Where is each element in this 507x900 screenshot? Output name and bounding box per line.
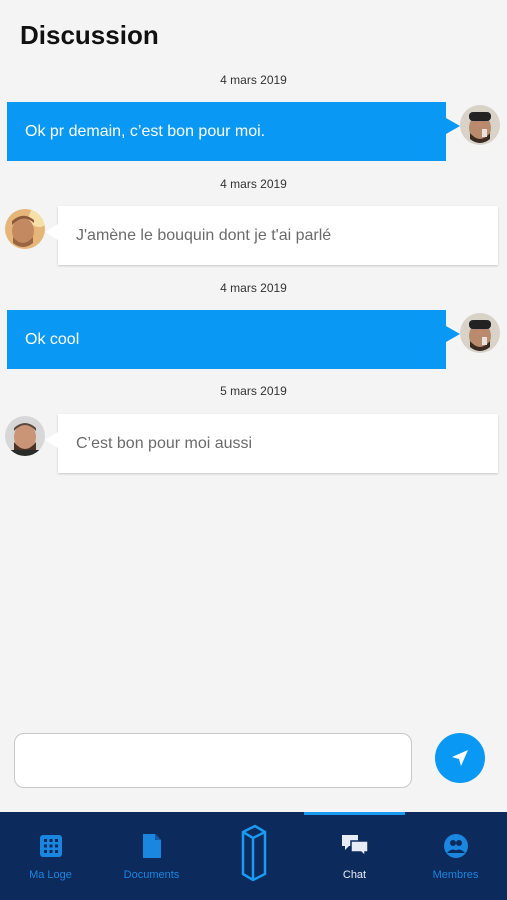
tab-chat[interactable]: Chat xyxy=(304,812,405,900)
bubble-tail xyxy=(446,118,460,134)
date-separator: 4 mars 2019 xyxy=(220,281,287,295)
page-title: Discussion xyxy=(20,20,159,50)
bubble-tail xyxy=(45,432,58,448)
tab-bar: Ma Loge Documents Chat Membres xyxy=(0,812,507,900)
tab-ma-loge[interactable]: Ma Loge xyxy=(0,812,101,900)
document-icon xyxy=(142,834,161,858)
tab-label: Chat xyxy=(342,869,367,881)
bubble-tail xyxy=(446,326,460,342)
tab-label: Ma Loge xyxy=(29,869,72,881)
avatar[interactable] xyxy=(460,313,500,353)
tab-home-logo[interactable] xyxy=(202,812,303,900)
send-button[interactable] xyxy=(435,733,485,783)
message-incoming[interactable]: C’est bon pour moi aussi xyxy=(45,414,498,473)
avatar[interactable] xyxy=(460,105,500,145)
members-icon xyxy=(443,834,468,858)
send-icon xyxy=(452,750,468,766)
date-separator: 5 mars 2019 xyxy=(220,384,287,398)
message-incoming[interactable]: J'amène le bouquin dont je t'ai parlé xyxy=(45,206,498,265)
message-text: Ok pr demain, c’est bon pour moi. xyxy=(25,122,266,140)
logo-icon xyxy=(241,824,266,882)
message-text: C’est bon pour moi aussi xyxy=(76,434,253,452)
tab-label: Documents xyxy=(123,869,180,881)
message-outgoing[interactable]: Ok pr demain, c’est bon pour moi. xyxy=(7,102,460,161)
message-text: Ok cool xyxy=(25,330,80,348)
tab-membres[interactable]: Membres xyxy=(405,812,506,900)
avatar[interactable] xyxy=(5,416,45,456)
tab-documents[interactable]: Documents xyxy=(101,812,202,900)
message-outgoing[interactable]: Ok cool xyxy=(7,310,460,369)
message-input[interactable] xyxy=(14,733,412,788)
grid-icon xyxy=(39,835,62,857)
avatar[interactable] xyxy=(5,209,45,249)
chat-icon xyxy=(341,835,369,858)
date-separator: 4 mars 2019 xyxy=(220,177,287,191)
bubble-tail xyxy=(45,224,58,240)
tab-label: Membres xyxy=(432,869,479,881)
date-separator: 4 mars 2019 xyxy=(220,73,287,87)
message-text: J'amène le bouquin dont je t'ai parlé xyxy=(76,226,332,244)
